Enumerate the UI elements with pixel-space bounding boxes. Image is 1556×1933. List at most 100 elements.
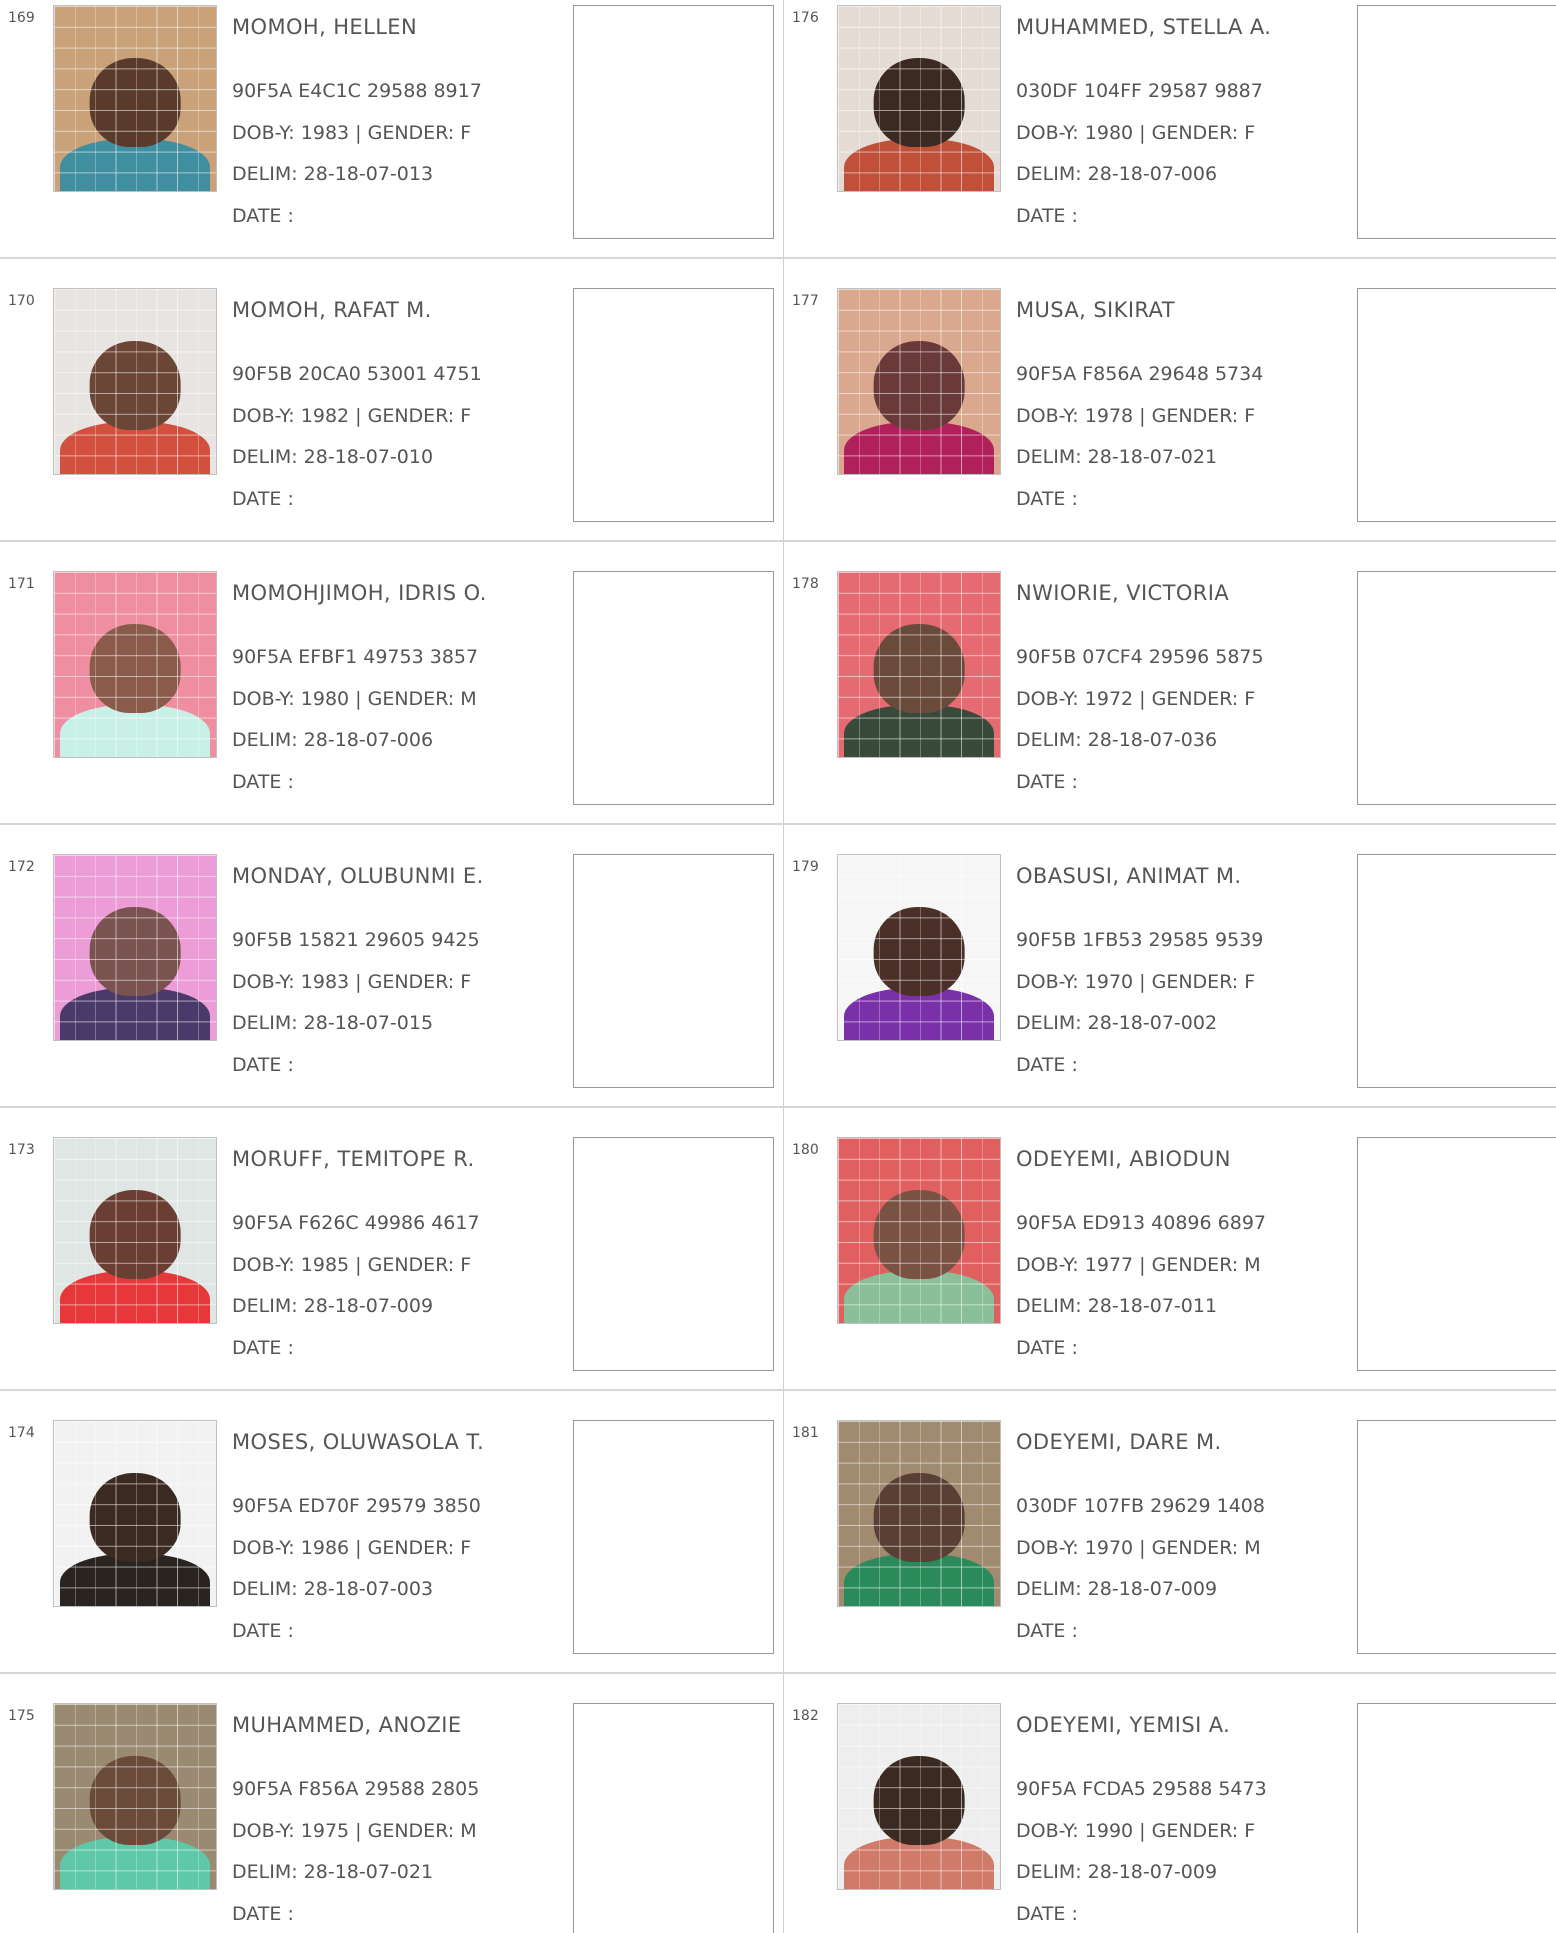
date-label: DATE : xyxy=(232,1903,294,1925)
gender-value: F xyxy=(1244,688,1256,710)
voter-id-number: 030DF 104FF 29587 9887 xyxy=(1016,80,1263,102)
voter-entry: 169 MOMOH, HELLEN 90F5A E4C1C 29588 8917… xyxy=(0,0,784,283)
delim-label: DELIM: xyxy=(232,1012,298,1034)
delim-code: 28-18-07-006 xyxy=(303,729,434,751)
gender-label: | GENDER: xyxy=(1139,1254,1239,1276)
date-line: DATE : xyxy=(1016,771,1078,793)
voter-id-number: 90F5A EFBF1 49753 3857 xyxy=(232,646,479,668)
dob-label: DOB-Y: xyxy=(232,1537,295,1559)
voter-id-number: 90F5A F856A 29648 5734 xyxy=(1016,363,1264,385)
photo-grid-overlay xyxy=(838,289,1000,474)
gender-label: | GENDER: xyxy=(1139,688,1239,710)
voter-register-page: 169 MOMOH, HELLEN 90F5A E4C1C 29588 8917… xyxy=(0,0,1556,1933)
register-column-right: 176 MUHAMMED, STELLA A. 030DF 104FF 2958… xyxy=(784,0,1556,1933)
voter-name: MUHAMMED, STELLA A. xyxy=(1016,15,1272,39)
voter-name: MORUFF, TEMITOPE R. xyxy=(232,1147,475,1171)
voter-name: MUSA, SIKIRAT xyxy=(1016,298,1175,322)
gender-label: | GENDER: xyxy=(355,122,455,144)
voter-entry: 177 MUSA, SIKIRAT 90F5A F856A 29648 5734… xyxy=(784,283,1556,566)
photo-grid-overlay xyxy=(54,572,216,757)
dob-label: DOB-Y: xyxy=(1016,122,1079,144)
voter-id-number: 90F5A ED913 40896 6897 xyxy=(1016,1212,1267,1234)
date-line: DATE : xyxy=(232,771,294,793)
voter-name: ODEYEMI, YEMISI A. xyxy=(1016,1713,1231,1737)
voter-photo xyxy=(53,854,217,1041)
dob-gender-line: DOB-Y: 1980 | GENDER: F xyxy=(1016,122,1255,144)
serial-number: 181 xyxy=(792,1425,819,1441)
date-line: DATE : xyxy=(1016,488,1078,510)
date-label: DATE : xyxy=(232,1620,294,1642)
delim-code: 28-18-07-015 xyxy=(303,1012,434,1034)
delim-code: 28-18-07-009 xyxy=(303,1295,434,1317)
gender-value: F xyxy=(460,122,472,144)
date-line: DATE : xyxy=(232,205,294,227)
delim-code: 28-18-07-009 xyxy=(1087,1578,1218,1600)
gender-label: | GENDER: xyxy=(1139,1537,1239,1559)
dob-label: DOB-Y: xyxy=(1016,1820,1079,1842)
dob-gender-line: DOB-Y: 1983 | GENDER: F xyxy=(232,122,471,144)
date-line: DATE : xyxy=(1016,1337,1078,1359)
voter-photo xyxy=(837,854,1001,1041)
dob-label: DOB-Y: xyxy=(1016,1254,1079,1276)
thumbprint-box xyxy=(573,1137,774,1371)
delim-line: DELIM: 28-18-07-009 xyxy=(232,1295,433,1317)
thumbprint-box xyxy=(573,1703,774,1933)
date-label: DATE : xyxy=(232,1337,294,1359)
photo-grid-overlay xyxy=(838,572,1000,757)
delim-line: DELIM: 28-18-07-006 xyxy=(1016,163,1217,185)
voter-name: ODEYEMI, DARE M. xyxy=(1016,1430,1222,1454)
delim-line: DELIM: 28-18-07-010 xyxy=(232,446,433,468)
gender-label: | GENDER: xyxy=(355,1537,455,1559)
gender-label: | GENDER: xyxy=(1139,971,1239,993)
serial-number: 182 xyxy=(792,1708,819,1724)
dob-year: 1986 xyxy=(300,1537,350,1559)
date-label: DATE : xyxy=(232,488,294,510)
delim-line: DELIM: 28-18-07-036 xyxy=(1016,729,1217,751)
delim-label: DELIM: xyxy=(232,163,298,185)
gender-value: M xyxy=(460,1820,477,1842)
delim-line: DELIM: 28-18-07-002 xyxy=(1016,1012,1217,1034)
voter-photo xyxy=(53,1703,217,1890)
delim-line: DELIM: 28-18-07-009 xyxy=(1016,1578,1217,1600)
delim-label: DELIM: xyxy=(232,729,298,751)
serial-number: 173 xyxy=(8,1142,35,1158)
row-divider xyxy=(0,823,1556,825)
voter-entry: 172 MONDAY, OLUBUNMI E. 90F5B 15821 2960… xyxy=(0,849,784,1132)
thumbprint-box xyxy=(1357,288,1556,522)
serial-number: 179 xyxy=(792,859,819,875)
voter-id-number: 90F5A E4C1C 29588 8917 xyxy=(232,80,482,102)
delim-code: 28-18-07-021 xyxy=(303,1861,434,1883)
delim-label: DELIM: xyxy=(1016,1012,1082,1034)
voter-entry: 171 MOMOHJIMOH, IDRIS O. 90F5A EFBF1 497… xyxy=(0,566,784,849)
gender-value: F xyxy=(1244,405,1256,427)
voter-photo xyxy=(53,1137,217,1324)
dob-gender-line: DOB-Y: 1983 | GENDER: F xyxy=(232,971,471,993)
thumbprint-box xyxy=(1357,1703,1556,1933)
serial-number: 178 xyxy=(792,576,819,592)
dob-gender-line: DOB-Y: 1970 | GENDER: M xyxy=(1016,1537,1261,1559)
voter-name: ODEYEMI, ABIODUN xyxy=(1016,1147,1231,1171)
dob-label: DOB-Y: xyxy=(232,405,295,427)
dob-gender-line: DOB-Y: 1977 | GENDER: M xyxy=(1016,1254,1261,1276)
voter-entry: 173 MORUFF, TEMITOPE R. 90F5A F626C 4998… xyxy=(0,1132,784,1415)
thumbprint-box xyxy=(573,288,774,522)
date-line: DATE : xyxy=(232,1054,294,1076)
gender-label: | GENDER: xyxy=(355,971,455,993)
date-label: DATE : xyxy=(1016,771,1078,793)
dob-year: 1970 xyxy=(1084,971,1134,993)
delim-label: DELIM: xyxy=(232,1295,298,1317)
register-column-left: 169 MOMOH, HELLEN 90F5A E4C1C 29588 8917… xyxy=(0,0,784,1933)
dob-label: DOB-Y: xyxy=(232,971,295,993)
delim-label: DELIM: xyxy=(1016,163,1082,185)
dob-label: DOB-Y: xyxy=(1016,971,1079,993)
voter-entry: 181 ODEYEMI, DARE M. 030DF 107FB 29629 1… xyxy=(784,1415,1556,1698)
photo-grid-overlay xyxy=(838,6,1000,191)
serial-number: 180 xyxy=(792,1142,819,1158)
voter-photo xyxy=(837,5,1001,192)
dob-year: 1980 xyxy=(300,688,350,710)
dob-gender-line: DOB-Y: 1982 | GENDER: F xyxy=(232,405,471,427)
delim-line: DELIM: 28-18-07-013 xyxy=(232,163,433,185)
date-line: DATE : xyxy=(232,1620,294,1642)
date-label: DATE : xyxy=(232,771,294,793)
gender-label: | GENDER: xyxy=(1139,1820,1239,1842)
